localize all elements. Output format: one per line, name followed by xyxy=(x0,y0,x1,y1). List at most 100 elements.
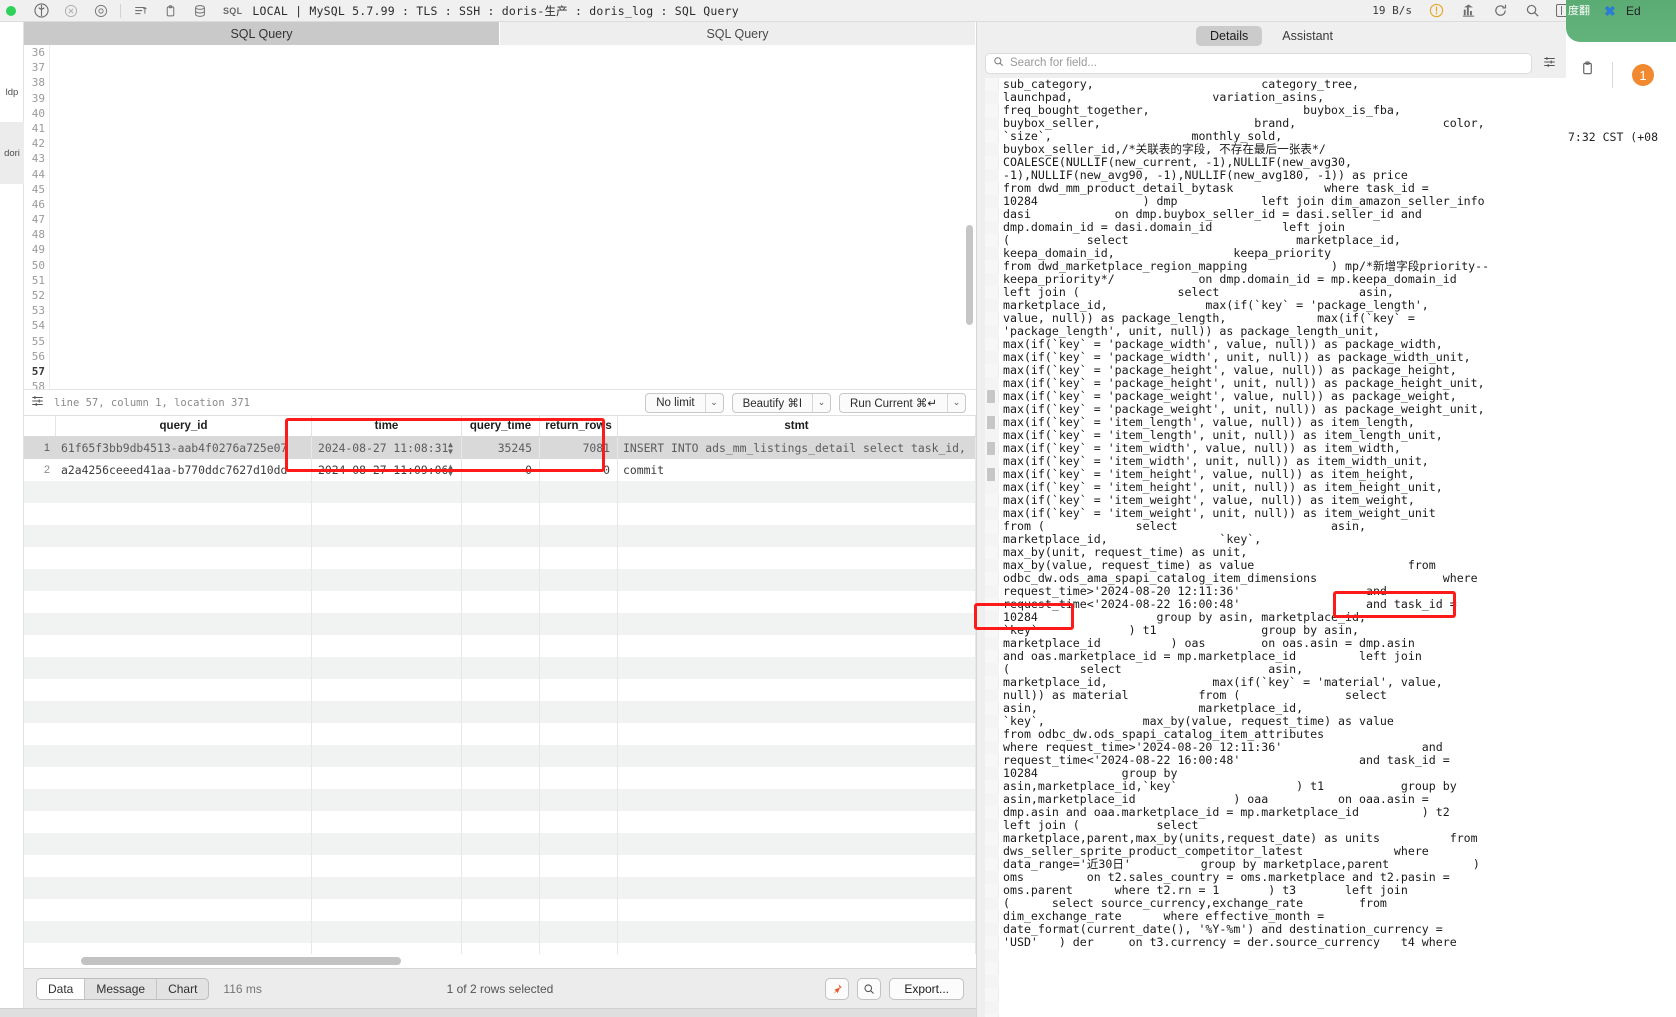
details-value-viewer[interactable]: sub_category, category_tree, launchpad, v… xyxy=(985,78,1566,1017)
tab-chart[interactable]: Chart xyxy=(157,979,208,999)
table-row-empty[interactable] xyxy=(24,789,976,811)
column-header-return_rows[interactable]: return_rows xyxy=(540,416,618,436)
table-row-empty[interactable] xyxy=(24,613,976,635)
code-line[interactable] xyxy=(51,379,962,389)
editor-code-area[interactable]: SELECT * from audit_log WHERE user = 'do… xyxy=(51,45,962,389)
code-line[interactable] xyxy=(51,364,962,379)
chevron-down-icon[interactable]: ⌄ xyxy=(947,393,965,412)
grid-horizontal-scrollbar[interactable] xyxy=(81,957,401,965)
cell-query_time[interactable]: 35245 xyxy=(462,437,540,459)
filter-icon[interactable] xyxy=(1540,55,1558,72)
cell-stmt[interactable]: INSERT INTO ads_mm_listings_detail selec… xyxy=(618,437,976,459)
table-row-empty[interactable] xyxy=(24,591,976,613)
notification-badge[interactable]: 1 xyxy=(1632,64,1654,86)
table-row[interactable]: 1 61f65f3bb9db4513-aab4f0276a725e07 2024… xyxy=(24,437,976,459)
code-line[interactable] xyxy=(51,167,962,182)
code-line[interactable] xyxy=(51,136,962,151)
code-line[interactable] xyxy=(51,197,962,212)
code-line[interactable] xyxy=(51,303,962,318)
table-row-empty[interactable] xyxy=(24,547,976,569)
code-line[interactable] xyxy=(51,182,962,197)
time-stepper-icon[interactable]: ▲ ▼ xyxy=(448,463,453,478)
grid-search-icon[interactable] xyxy=(857,977,882,1000)
sort-list-icon[interactable] xyxy=(125,0,155,22)
code-line[interactable] xyxy=(51,45,962,60)
cell-query_id[interactable]: 61f65f3bb9db4513-aab4f0276a725e07 xyxy=(56,437,312,459)
column-header-stmt[interactable]: stmt xyxy=(618,416,976,436)
table-row-empty[interactable] xyxy=(24,767,976,789)
rail-item-ldp[interactable]: ldp xyxy=(0,62,24,122)
table-row-empty[interactable] xyxy=(24,569,976,591)
table-row-empty[interactable] xyxy=(24,855,976,877)
table-row-empty[interactable] xyxy=(24,481,976,503)
column-header-query_time[interactable]: query_time xyxy=(462,416,540,436)
tab-message[interactable]: Message xyxy=(85,978,158,999)
tab-assistant[interactable]: Assistant xyxy=(1268,26,1347,46)
database-icon[interactable] xyxy=(185,0,215,22)
code-line[interactable] xyxy=(51,318,962,333)
rail-item-dori[interactable]: dori xyxy=(0,122,24,184)
tab-sql-query-2[interactable]: SQL Query xyxy=(500,22,976,45)
pin-icon[interactable] xyxy=(825,977,850,1000)
cell-time[interactable]: 2024-08-27 11:08:31 ▲ ▼ xyxy=(312,437,462,459)
code-line[interactable] xyxy=(51,242,962,257)
column-header-query_id[interactable]: query_id xyxy=(56,416,312,436)
limit-dropdown[interactable]: No limit ⌄ xyxy=(645,392,724,413)
export-button[interactable]: Export... xyxy=(889,977,964,1000)
tab-sql-query-1[interactable]: SQL Query xyxy=(24,22,500,45)
navicat-logo-icon[interactable] xyxy=(26,0,56,22)
refresh-icon[interactable] xyxy=(1484,0,1516,22)
sql-editor[interactable]: 36 37 38 39 40 41 42 43 44 45 46 47 48 49 50 51 52 53 54 55… xyxy=(24,45,976,390)
chevron-down-icon[interactable]: ⌄ xyxy=(812,393,830,412)
cell-return_rows[interactable]: 0 xyxy=(540,459,618,481)
warning-circle-icon[interactable] xyxy=(1420,0,1452,22)
code-line[interactable] xyxy=(51,258,962,273)
code-line[interactable] xyxy=(51,106,962,121)
cell-return_rows[interactable]: 7081 xyxy=(540,437,618,459)
table-row-empty[interactable] xyxy=(24,657,976,679)
code-line[interactable] xyxy=(51,91,962,106)
table-row-empty[interactable] xyxy=(24,877,976,899)
target-icon[interactable] xyxy=(86,0,116,22)
table-row-empty[interactable] xyxy=(24,921,976,943)
search-icon[interactable] xyxy=(1516,0,1548,22)
time-stepper-icon[interactable]: ▲ ▼ xyxy=(448,441,453,456)
traffic-light-green-icon[interactable] xyxy=(6,5,16,16)
cell-query_id[interactable]: a2a4256ceeed41aa-b770ddc7627d10dd xyxy=(56,459,312,481)
beautify-dropdown[interactable]: Beautify ⌘I ⌄ xyxy=(731,392,832,413)
cell-time[interactable]: 2024-08-27 11:09:06 ▲ ▼ xyxy=(312,459,462,481)
code-line[interactable] xyxy=(51,212,962,227)
code-line[interactable] xyxy=(51,227,962,242)
code-line[interactable] xyxy=(51,273,962,288)
details-sql-text[interactable]: sub_category, category_tree, launchpad, v… xyxy=(1003,78,1566,1017)
grid-horizontal-scroll-track[interactable] xyxy=(24,954,976,967)
cell-stmt[interactable]: commit xyxy=(618,459,976,481)
table-row-empty[interactable] xyxy=(24,635,976,657)
table-row-empty[interactable] xyxy=(24,679,976,701)
tab-details[interactable]: Details xyxy=(1196,26,1263,46)
clipboard-icon[interactable] xyxy=(1580,60,1595,80)
cell-query_time[interactable]: 0 xyxy=(462,459,540,481)
code-line[interactable] xyxy=(51,60,962,75)
clipboard-icon[interactable] xyxy=(155,0,185,22)
table-row-empty[interactable] xyxy=(24,723,976,745)
run-current-dropdown[interactable]: Run Current ⌘↵ ⌄ xyxy=(839,392,966,413)
table-row-empty[interactable] xyxy=(24,745,976,767)
code-line[interactable] xyxy=(51,151,962,166)
code-line[interactable] xyxy=(51,75,962,90)
table-row-empty[interactable] xyxy=(24,701,976,723)
editor-vertical-scrollbar[interactable] xyxy=(966,225,973,325)
table-row-empty[interactable] xyxy=(24,833,976,855)
chevron-down-icon[interactable]: ⌄ xyxy=(704,393,723,412)
editor-settings-icon[interactable] xyxy=(24,394,50,411)
app-logo-icon[interactable]: ✖ xyxy=(1604,3,1616,20)
table-row-empty[interactable] xyxy=(24,899,976,921)
table-row[interactable]: 2 a2a4256ceeed41aa-b770ddc7627d10dd 2024… xyxy=(24,459,976,481)
table-row-empty[interactable] xyxy=(24,525,976,547)
code-line[interactable] xyxy=(51,349,962,364)
table-row-empty[interactable] xyxy=(24,811,976,833)
code-line[interactable] xyxy=(51,334,962,349)
monitor-icon[interactable] xyxy=(1452,0,1484,22)
table-row-empty[interactable] xyxy=(24,503,976,525)
field-search-input[interactable]: Search for field... xyxy=(985,52,1532,74)
